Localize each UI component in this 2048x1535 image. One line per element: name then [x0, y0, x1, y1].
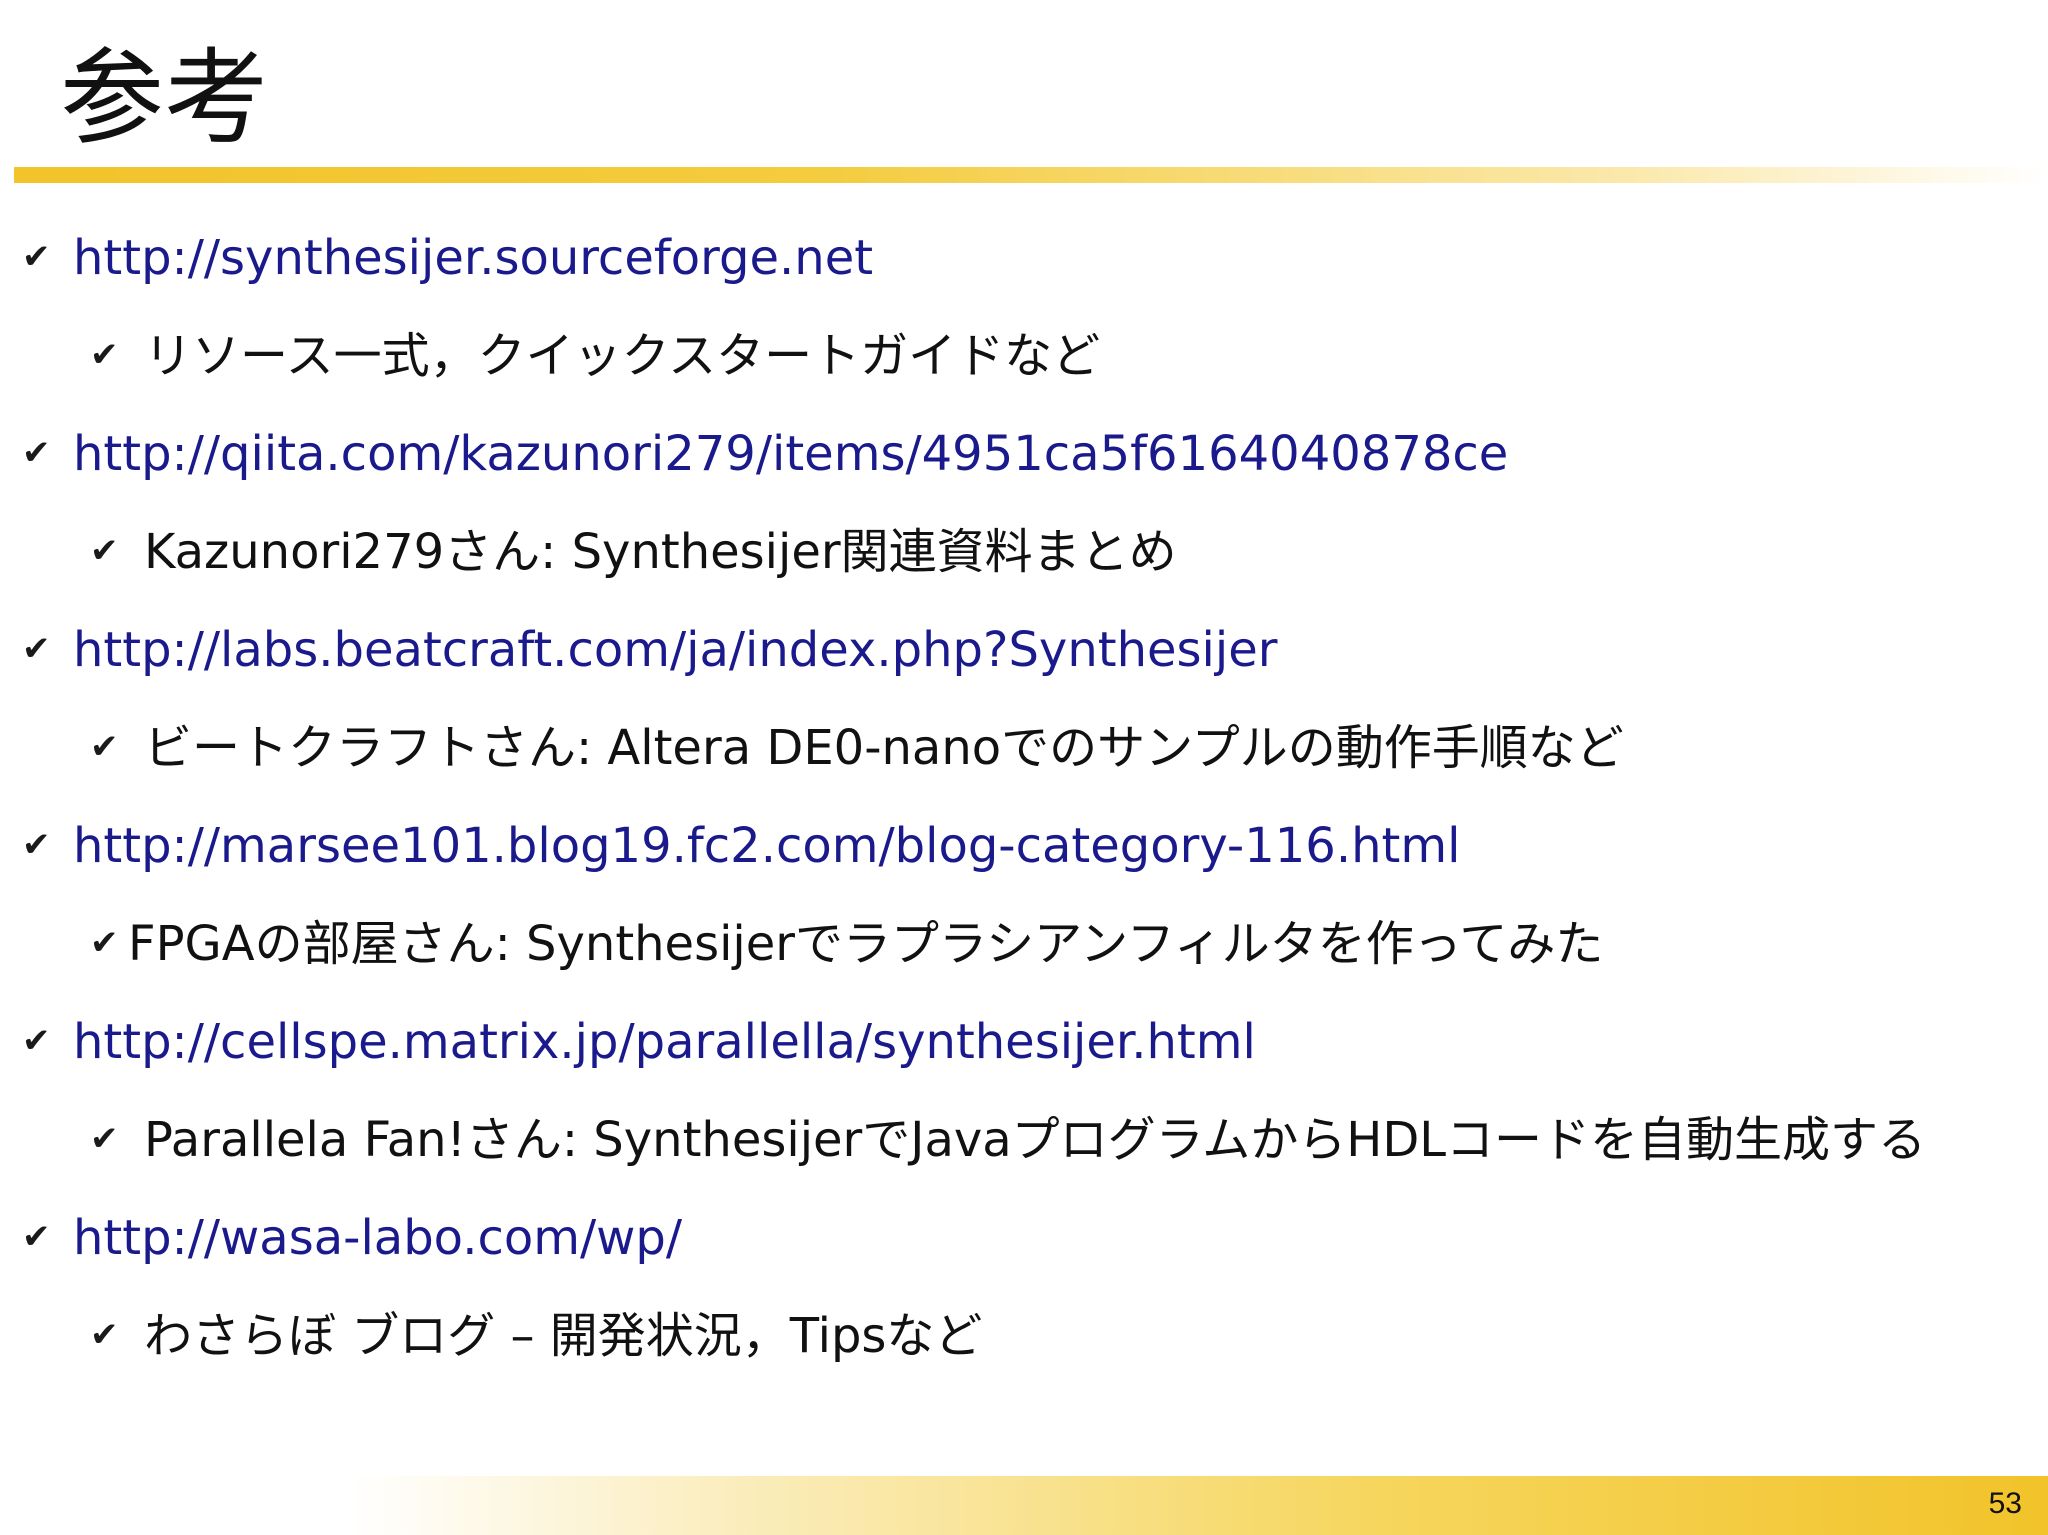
reference-note-text: リソース一式，クイックスタートガイドなど	[144, 328, 1101, 384]
reference-url-link[interactable]: http://synthesijer.sourceforge.net	[73, 230, 873, 286]
checkmark-icon: ✔	[90, 923, 119, 963]
checkmark-icon: ✔	[22, 629, 51, 669]
reference-note-item: ✔ Parallela Fan!さん: SynthesijerでJavaプログラム…	[90, 1110, 1926, 1173]
checkmark-icon: ✔	[90, 531, 119, 571]
reference-link-item: ✔ http://wasa-labo.com/wp/	[22, 1208, 682, 1271]
reference-note-text: Parallela Fan!さん: SynthesijerでJavaプログラムか…	[144, 1112, 1927, 1168]
reference-note-item: ✔ わさらぼ ブログ – 開発状況，Tipsなど	[90, 1306, 982, 1369]
reference-note-text: ビートクラフトさん: Altera DE0-nanoでのサンプルの動作手順など	[144, 720, 1624, 776]
reference-url-link[interactable]: http://marsee101.blog19.fc2.com/blog-cat…	[73, 818, 1460, 874]
reference-note-text: Kazunori279さん: Synthesijer関連資料まとめ	[144, 524, 1177, 580]
footer-accent-bar	[350, 1476, 2048, 1535]
page-number: 53	[1988, 1487, 2022, 1520]
slide: 参考 ✔ http://synthesijer.sourceforge.net ✔…	[0, 0, 2048, 1535]
checkmark-icon: ✔	[90, 335, 119, 375]
reference-note-item: ✔ FPGAの部屋さん: Synthesijerでラプラシアンフィルタを作ってみた	[90, 914, 1603, 977]
checkmark-icon: ✔	[22, 825, 51, 865]
reference-note-item: ✔ ビートクラフトさん: Altera DE0-nanoでのサンプルの動作手順など	[90, 718, 1624, 781]
reference-note-text: わさらぼ ブログ – 開発状況，Tipsなど	[144, 1308, 983, 1364]
reference-link-item: ✔ http://synthesijer.sourceforge.net	[22, 228, 873, 291]
checkmark-icon: ✔	[22, 433, 51, 473]
checkmark-icon: ✔	[90, 727, 119, 767]
reference-url-link[interactable]: http://cellspe.matrix.jp/parallella/synt…	[73, 1014, 1256, 1070]
checkmark-icon: ✔	[22, 237, 51, 277]
reference-note-item: ✔ Kazunori279さん: Synthesijer関連資料まとめ	[90, 522, 1177, 585]
reference-note-text: FPGAの部屋さん: Synthesijerでラプラシアンフィルタを作ってみた	[128, 916, 1604, 972]
checkmark-icon: ✔	[22, 1217, 51, 1257]
checkmark-icon: ✔	[90, 1119, 119, 1159]
reference-link-item: ✔ http://qiita.com/kazunori279/items/4951…	[22, 424, 1508, 487]
reference-link-item: ✔ http://marsee101.blog19.fc2.com/blog-ca…	[22, 816, 1460, 879]
reference-link-item: ✔ http://cellspe.matrix.jp/parallella/syn…	[22, 1012, 1256, 1075]
reference-url-link[interactable]: http://labs.beatcraft.com/ja/index.php?S…	[73, 622, 1277, 678]
reference-url-link[interactable]: http://qiita.com/kazunori279/items/4951c…	[73, 426, 1508, 482]
reference-note-item: ✔ リソース一式，クイックスタートガイドなど	[90, 326, 1100, 389]
reference-link-item: ✔ http://labs.beatcraft.com/ja/index.php?…	[22, 620, 1277, 683]
checkmark-icon: ✔	[90, 1315, 119, 1355]
title-underline-bar	[14, 167, 2048, 183]
slide-title: 参考	[60, 37, 269, 159]
reference-url-link[interactable]: http://wasa-labo.com/wp/	[73, 1210, 682, 1266]
checkmark-icon: ✔	[22, 1021, 51, 1061]
